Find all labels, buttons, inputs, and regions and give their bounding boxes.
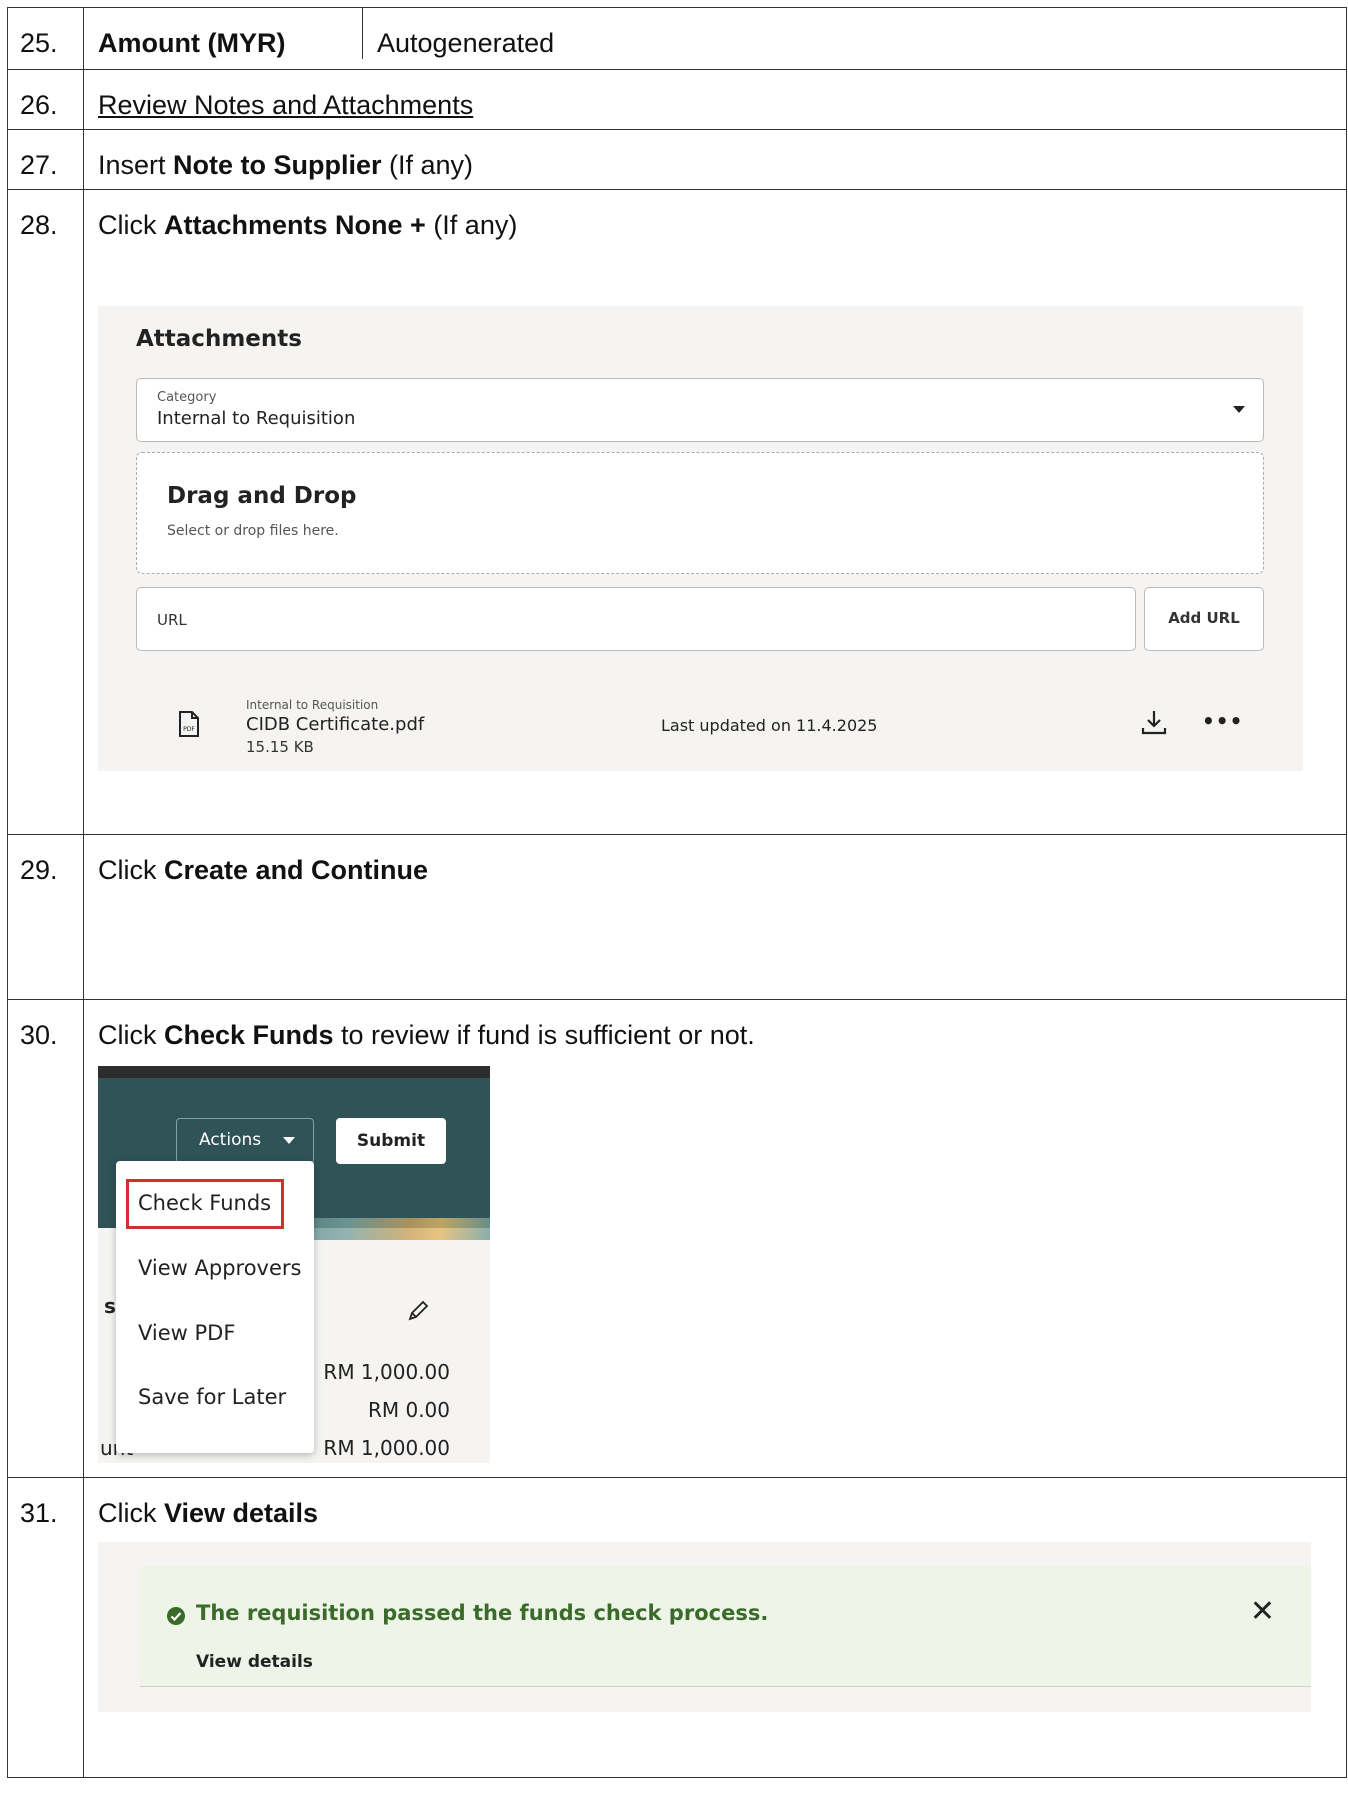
step-text-bold: Check Funds	[164, 1020, 334, 1050]
more-actions-icon[interactable]: •••	[1202, 709, 1243, 733]
table-row: 26. Review Notes and Attachments	[7, 69, 1347, 130]
step-number: 30.	[7, 999, 84, 1478]
close-icon[interactable]: ✕	[1250, 1594, 1275, 1629]
category-label: Category	[157, 390, 217, 405]
menu-item-view-pdf[interactable]: View PDF	[138, 1321, 235, 1345]
step-text-pre: Click	[98, 210, 164, 240]
amount-value: RM 1,000.00	[323, 1360, 450, 1384]
category-value: Internal to Requisition	[157, 408, 356, 429]
drop-zone[interactable]: Drag and Drop Select or drop files here.	[136, 452, 1264, 574]
drop-title: Drag and Drop	[167, 483, 357, 509]
actions-button[interactable]: Actions	[176, 1118, 314, 1164]
menu-item-check-funds[interactable]: Check Funds	[138, 1191, 271, 1215]
step-text-bold: View details	[164, 1498, 319, 1528]
chevron-down-icon	[1233, 406, 1245, 413]
file-name[interactable]: CIDB Certificate.pdf	[246, 714, 424, 735]
svg-text:PDF: PDF	[183, 726, 195, 733]
actions-menu: Check Funds View Approvers View PDF Save…	[116, 1161, 314, 1453]
actions-label: Actions	[199, 1130, 262, 1150]
field-value: Autogenerated	[377, 28, 555, 58]
step-content: Click Check Funds to review if fund is s…	[83, 999, 1347, 1478]
menu-item-view-approvers[interactable]: View Approvers	[138, 1256, 301, 1280]
step-text-post: (If any)	[381, 150, 474, 180]
check-circle-icon	[167, 1607, 185, 1625]
table-row: 25. Amount (MYR) Autogenerated	[7, 7, 1347, 70]
step-number: 26.	[7, 69, 84, 130]
instruction-table: 25. Amount (MYR) Autogenerated 26. Revie…	[7, 7, 1347, 1778]
obscured-text: s	[104, 1294, 116, 1318]
header-banner-art	[288, 1218, 490, 1240]
success-banner: The requisition passed the funds check p…	[140, 1566, 1311, 1687]
step-number: 27.	[7, 129, 84, 190]
category-select[interactable]: Category Internal to Requisition	[136, 378, 1264, 442]
step-content: Click Attachments None + (If any) Attach…	[83, 189, 1347, 835]
step-text-bold: Create and Continue	[164, 855, 429, 885]
step-content: Insert Note to Supplier (If any)	[83, 129, 1347, 190]
step-number: 25.	[7, 7, 84, 70]
chevron-down-icon	[283, 1137, 295, 1144]
step-text-pre: Click	[98, 1020, 164, 1050]
submit-button[interactable]: Submit	[336, 1118, 446, 1164]
edit-pencil-icon[interactable]	[406, 1299, 430, 1323]
top-bar	[98, 1066, 490, 1078]
drop-subtitle: Select or drop files here.	[167, 523, 339, 539]
menu-item-save-for-later[interactable]: Save for Later	[138, 1385, 286, 1409]
funds-check-screenshot: The requisition passed the funds check p…	[98, 1542, 1311, 1712]
funds-check-message: The requisition passed the funds check p…	[196, 1601, 769, 1625]
download-icon[interactable]	[1141, 709, 1167, 735]
view-details-link[interactable]: View details	[196, 1652, 313, 1672]
step-content: Click Create and Continue	[83, 834, 1347, 1000]
step-text-pre: Click	[98, 1498, 164, 1528]
step-number: 28.	[7, 189, 84, 835]
table-row: 27. Insert Note to Supplier (If any)	[7, 129, 1347, 190]
step-number: 31.	[7, 1477, 84, 1778]
file-size: 15.15 KB	[246, 738, 314, 756]
file-category: Internal to Requisition	[246, 698, 379, 712]
attachments-title: Attachments	[136, 326, 302, 352]
amount-value: RM 0.00	[367, 1398, 450, 1422]
step-text-pre: Insert	[98, 150, 174, 180]
table-row: 30. Click Check Funds to review if fund …	[7, 999, 1347, 1478]
attachments-panel: Attachments Category Internal to Requisi…	[98, 306, 1303, 771]
step-content: Review Notes and Attachments	[83, 69, 1347, 130]
field-label: Amount (MYR)	[84, 8, 363, 59]
actions-screenshot: Actions Submit s unt RM 1,000.00 RM 0.00…	[98, 1066, 490, 1463]
table-row: 28. Click Attachments None + (If any) At…	[7, 189, 1347, 835]
step-number: 29.	[7, 834, 84, 1000]
step-text-post: (If any)	[425, 210, 518, 240]
pdf-file-icon: PDF	[179, 711, 199, 737]
step-text-bold: Attachments None +	[164, 210, 426, 240]
table-row: 29. Click Create and Continue	[7, 834, 1347, 1000]
step-text-pre: Click	[98, 855, 164, 885]
amount-value: RM 1,000.00	[323, 1436, 450, 1460]
step-text-post: to review if fund is sufficient or not.	[333, 1020, 755, 1050]
step-text-bold: Note to Supplier	[173, 150, 382, 180]
step-content: Click View details The requisition passe…	[83, 1477, 1347, 1778]
add-url-button[interactable]: Add URL	[1144, 587, 1264, 651]
table-row: 31. Click View details The requisition p…	[7, 1477, 1347, 1778]
file-updated: Last updated on 11.4.2025	[661, 716, 878, 735]
step-content: Amount (MYR) Autogenerated	[83, 7, 1347, 70]
url-input[interactable]: URL	[136, 587, 1136, 651]
section-heading: Review Notes and Attachments	[98, 90, 474, 120]
